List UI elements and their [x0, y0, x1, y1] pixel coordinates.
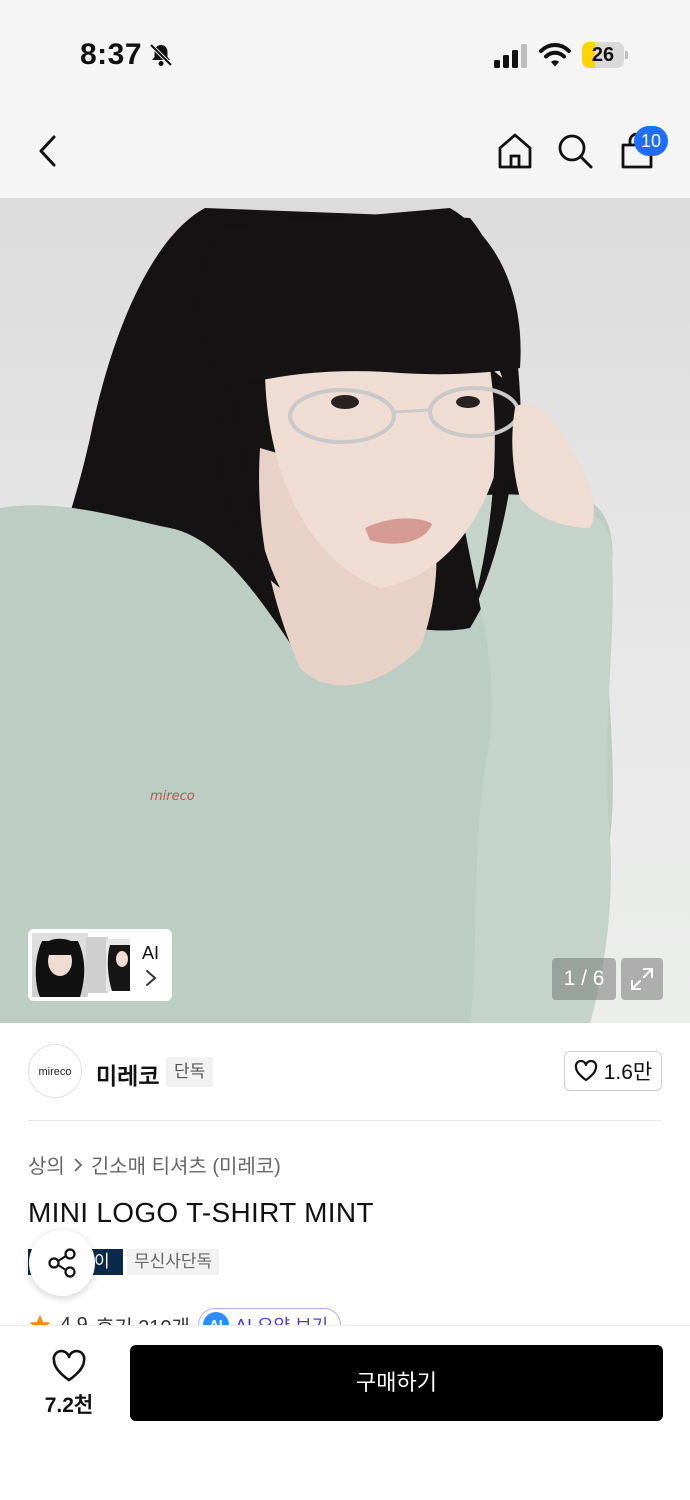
- wifi-icon: [539, 43, 571, 67]
- status-bar: 8:37 26: [0, 0, 690, 105]
- search-button[interactable]: [553, 129, 597, 173]
- image-counter: 1 / 6: [552, 958, 616, 1000]
- signal-icon: [494, 44, 527, 68]
- breadcrumb-item[interactable]: 긴소매 티셔츠 (미레코): [91, 1150, 281, 1179]
- product-photo: mireco: [0, 208, 613, 1023]
- status-time: 8:37: [80, 38, 143, 71]
- brand-like-count: 1.6만: [603, 1061, 653, 1084]
- buy-button[interactable]: 구매하기: [130, 1345, 663, 1421]
- thumbnail-image: [106, 939, 130, 991]
- product-image[interactable]: mireco: [0, 198, 690, 1023]
- expand-button[interactable]: [621, 958, 663, 1000]
- divider: [28, 1120, 662, 1121]
- product-title: MINI LOGO T-SHIRT MINT: [28, 1197, 374, 1228]
- rating-row: 4.9 후기 210개 AI AI 요약 보기: [28, 1305, 358, 1327]
- share-button[interactable]: [29, 1230, 95, 1296]
- back-icon: [39, 135, 56, 167]
- wishlist-count: 7.2천: [44, 1394, 94, 1417]
- brand-logo[interactable]: mireco: [28, 1044, 82, 1098]
- home-icon: [498, 133, 532, 169]
- thumbnail-image: [86, 937, 108, 993]
- home-button[interactable]: [493, 129, 537, 173]
- breadcrumb-item[interactable]: 상의: [28, 1150, 65, 1179]
- heart-icon: [52, 1349, 86, 1382]
- heart-icon: [574, 1060, 597, 1082]
- brand-like-button[interactable]: 1.6만: [564, 1051, 662, 1091]
- breadcrumb: 상의 긴소매 티셔츠 (미레코): [28, 1150, 281, 1179]
- brand-exclusive-tag: 단독: [166, 1057, 214, 1087]
- expand-icon: [631, 968, 653, 990]
- product-exclusive-tag: 무신사단독: [127, 1249, 220, 1275]
- thumbnail-ai-label: AI: [142, 943, 160, 963]
- chevron-right-icon: [74, 1157, 83, 1172]
- chevron-right-icon: [146, 970, 157, 986]
- bell-slash-icon: [149, 43, 173, 67]
- svg-text:mireco: mireco: [150, 789, 195, 804]
- ai-thumbnail-card[interactable]: AI: [28, 929, 172, 1001]
- share-icon: [48, 1248, 76, 1278]
- thumbnail-image: [32, 933, 88, 997]
- brand-name[interactable]: 미레코: [96, 1057, 159, 1091]
- wishlist-button[interactable]: 7.2천: [36, 1347, 102, 1417]
- cart-count-badge: 10: [634, 126, 668, 156]
- search-icon: [558, 134, 593, 169]
- battery-level: 26: [591, 44, 615, 66]
- back-button[interactable]: [26, 129, 70, 173]
- battery-icon: 26: [582, 42, 628, 68]
